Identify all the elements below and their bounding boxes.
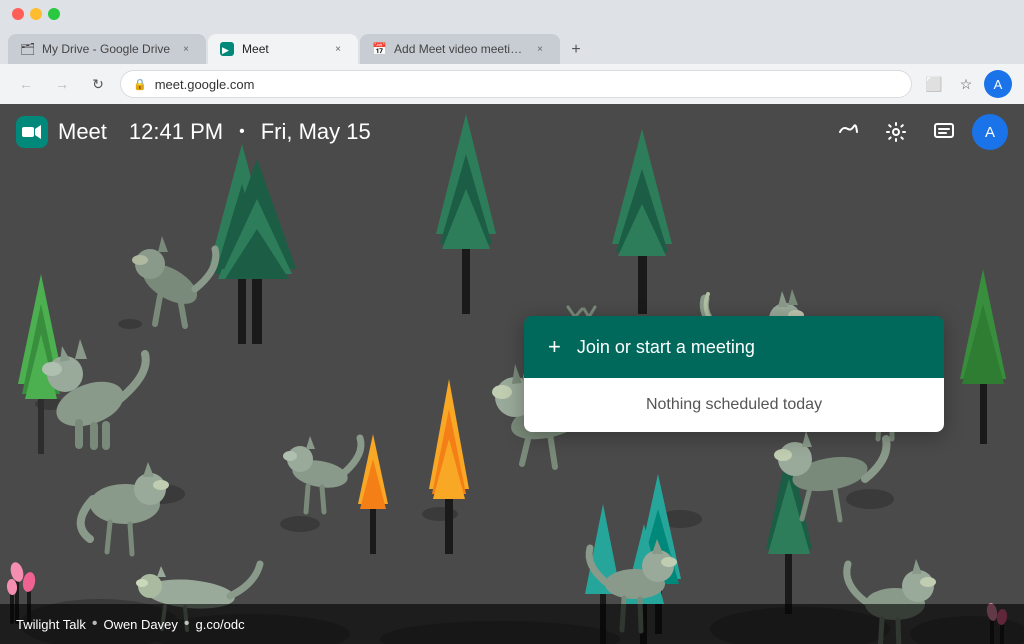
feedback-btn[interactable] <box>924 112 964 152</box>
gdrive-favicon: 🗂 <box>20 42 34 56</box>
screen-capture-btn[interactable]: ⬜ <box>920 70 948 98</box>
meet-logo-area: Meet 12:41 PM • Fri, May 15 <box>16 116 371 148</box>
new-tab-btn[interactable]: + <box>562 36 590 64</box>
tab-meet[interactable]: ▶ Meet × <box>208 34 358 64</box>
meet-date-display: Fri, May 15 <box>261 119 371 145</box>
meet-user-avatar[interactable]: A <box>972 114 1008 150</box>
settings-btn[interactable] <box>876 112 916 152</box>
meet-favicon: ▶ <box>220 42 234 56</box>
reload-btn[interactable]: ↻ <box>84 70 112 98</box>
close-window-btn[interactable] <box>12 8 24 20</box>
join-meeting-btn[interactable]: + Join or start a meeting <box>524 316 944 378</box>
bottom-bar-sep1: • <box>92 615 98 633</box>
tab-add-meet-close[interactable]: × <box>532 41 548 57</box>
join-meeting-label: Join or start a meeting <box>577 337 755 358</box>
traffic-lights <box>12 8 60 20</box>
address-bar[interactable]: 🔒 meet.google.com <box>120 70 912 98</box>
tab-gdrive[interactable]: 🗂 My Drive - Google Drive × <box>8 34 206 64</box>
title-bar <box>0 0 1024 28</box>
tab-gdrive-label: My Drive - Google Drive <box>42 42 170 56</box>
nothing-scheduled-panel: Nothing scheduled today <box>524 378 944 432</box>
meet-center-panel: + Join or start a meeting Nothing schedu… <box>524 316 944 432</box>
tab-meet-close[interactable]: × <box>330 41 346 57</box>
bookmark-btn[interactable]: ☆ <box>952 70 980 98</box>
join-plus-icon: + <box>548 334 561 360</box>
meet-app: Meet 12:41 PM • Fri, May 15 <box>0 104 1024 644</box>
tab-bar: 🗂 My Drive - Google Drive × ▶ Meet × 📅 A… <box>0 28 1024 64</box>
meet-separator: • <box>239 123 245 141</box>
meet-icon <box>16 116 48 148</box>
bottom-bar-sep2: • <box>184 615 190 633</box>
maximize-window-btn[interactable] <box>48 8 60 20</box>
tab-meet-label: Meet <box>242 42 322 56</box>
bottom-bar-link[interactable]: g.co/odc <box>195 617 244 632</box>
meet-time-display: 12:41 PM <box>129 119 223 145</box>
meet-title-text: Meet <box>58 119 107 145</box>
lock-icon: 🔒 <box>133 78 147 91</box>
browser-actions: ⬜ ☆ A <box>920 70 1012 98</box>
profile-btn[interactable]: A <box>984 70 1012 98</box>
meet-header: Meet 12:41 PM • Fri, May 15 <box>0 104 1024 160</box>
meet-header-actions: A <box>828 112 1008 152</box>
forward-btn[interactable]: → <box>48 70 76 98</box>
address-bar-row: ← → ↻ 🔒 meet.google.com ⬜ ☆ A <box>0 64 1024 104</box>
tab-gdrive-close[interactable]: × <box>178 41 194 57</box>
url-text: meet.google.com <box>155 77 255 92</box>
bottom-bar-author: Owen Davey <box>103 617 177 632</box>
minimize-window-btn[interactable] <box>30 8 42 20</box>
meet-bottom-bar: Twilight Talk • Owen Davey • g.co/odc <box>0 604 1024 644</box>
add-meet-favicon: 📅 <box>372 42 386 56</box>
tab-add-meet-label: Add Meet video meetings to O... <box>394 42 524 56</box>
svg-text:▶: ▶ <box>222 45 229 55</box>
browser-chrome: 🗂 My Drive - Google Drive × ▶ Meet × 📅 A… <box>0 0 1024 104</box>
tab-add-meet[interactable]: 📅 Add Meet video meetings to O... × <box>360 34 560 64</box>
back-btn[interactable]: ← <box>12 70 40 98</box>
activity-btn[interactable] <box>828 112 868 152</box>
bottom-bar-title: Twilight Talk <box>16 617 86 632</box>
nothing-scheduled-text: Nothing scheduled today <box>646 396 822 413</box>
